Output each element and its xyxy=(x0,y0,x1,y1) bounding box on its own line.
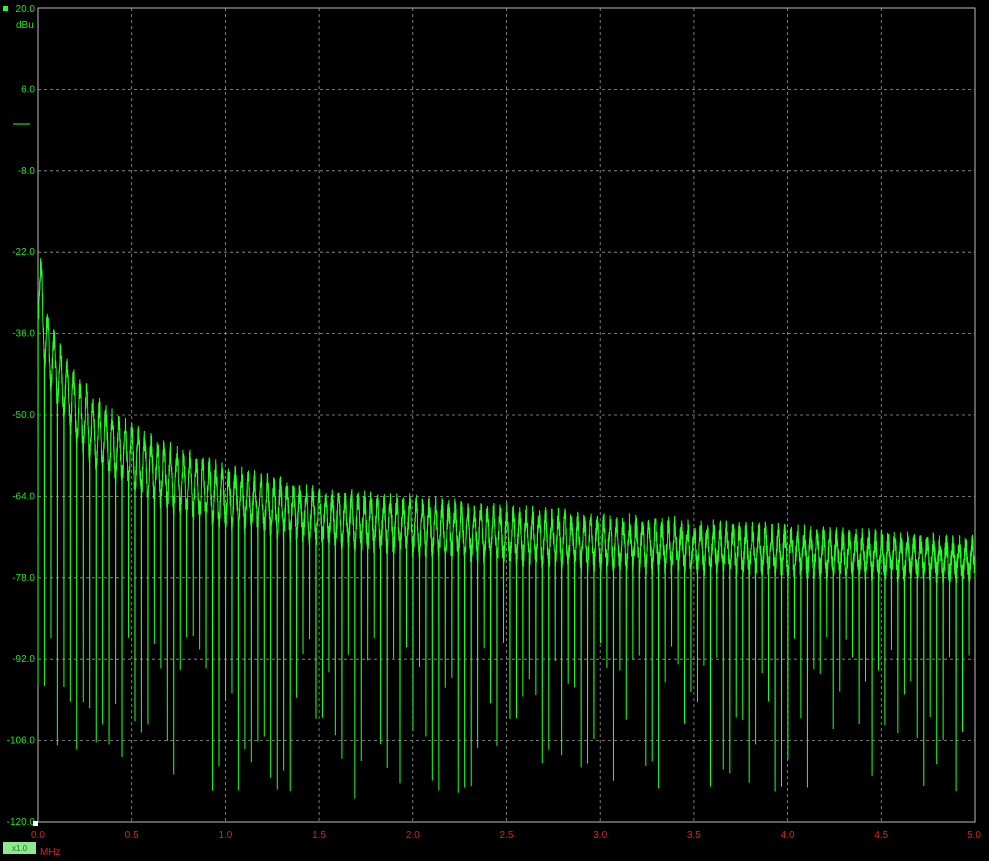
x-tick-label: 4.0 xyxy=(781,830,795,841)
x-tick-label: 4.5 xyxy=(874,830,888,841)
x-tick-label: 0.0 xyxy=(31,830,45,841)
y-tick-label: -36.0 xyxy=(12,329,35,340)
y-tick-label: -92.0 xyxy=(12,654,35,665)
x-tick-label: 1.0 xyxy=(218,830,232,841)
channel-badge[interactable]: x1.0 xyxy=(3,842,36,854)
x-tick-label: 3.0 xyxy=(593,830,607,841)
y-tick-label: -22.0 xyxy=(12,247,35,258)
y-tick-label: 20.0 xyxy=(16,4,36,15)
y-tick-label: 6.0 xyxy=(21,84,35,95)
x-tick-label: 3.5 xyxy=(687,830,701,841)
x-tick-label: 0.5 xyxy=(125,830,139,841)
spectrum-plot: 20.0 6.0 -8.0 -22.0 -36.0 -50.0 -64.0 -78.0 -92.… xyxy=(3,4,981,858)
channel-marker-icon[interactable] xyxy=(3,6,8,11)
y-tick-label: -8.0 xyxy=(18,166,36,177)
y-axis-unit: dBu xyxy=(16,20,34,31)
y-tick-label: -120.0 xyxy=(7,817,36,828)
y-tick-label: -50.0 xyxy=(12,410,35,421)
x-tick-label: 5.0 xyxy=(967,830,981,841)
x-tick-label: 2.0 xyxy=(406,830,420,841)
x-tick-label: 2.5 xyxy=(500,830,514,841)
x-tick-labels: 0.0 0.5 1.0 1.5 2.0 2.5 3.0 3.5 4.0 4.5 5.0 xyxy=(31,830,981,841)
channel-badge-label: x1.0 xyxy=(12,844,28,853)
y-tick-labels: 20.0 6.0 -8.0 -22.0 -36.0 -50.0 -64.0 -78.0 -92.… xyxy=(7,4,36,828)
y-tick-label: -64.0 xyxy=(12,491,35,502)
origin-marker-icon[interactable] xyxy=(33,821,38,826)
x-tick-label: 1.5 xyxy=(312,830,326,841)
y-tick-label: -106.0 xyxy=(7,736,36,747)
x-axis-unit: MHz xyxy=(40,847,61,858)
grid-lines xyxy=(38,8,975,822)
y-tick-label: -78.0 xyxy=(12,573,35,584)
